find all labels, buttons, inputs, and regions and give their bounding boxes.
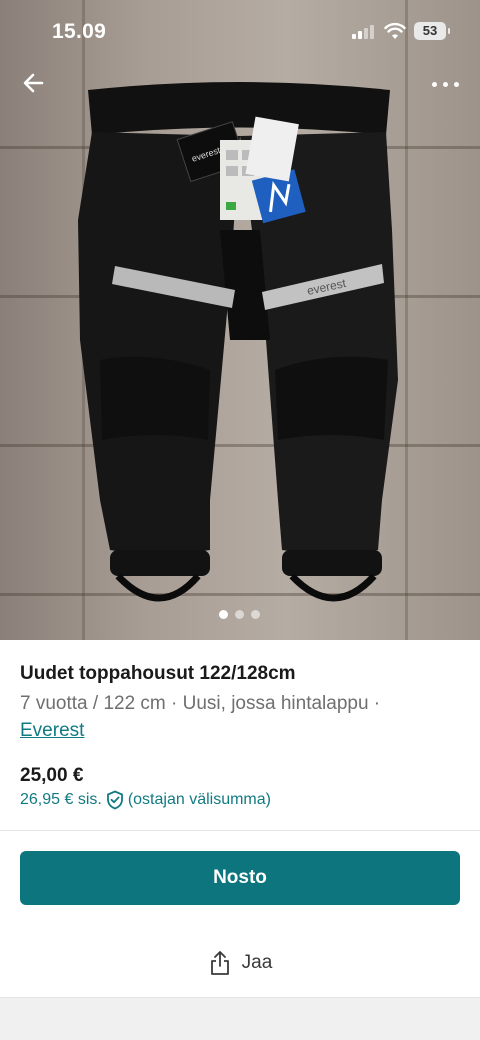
brand-link[interactable]: Everest xyxy=(20,717,84,744)
more-options-icon[interactable] xyxy=(428,74,464,94)
price-incl-amount: 26,95 € sis. xyxy=(20,791,102,808)
price-incl-note: (ostajan välisumma) xyxy=(127,791,271,808)
bottom-section xyxy=(0,997,480,1040)
snow-pants-image: everest everest xyxy=(78,82,398,602)
back-arrow-icon[interactable] xyxy=(18,66,52,100)
section-divider xyxy=(0,830,480,831)
listing-price: 25,00 € xyxy=(20,765,84,786)
share-label: Jaa xyxy=(241,952,273,973)
carousel-dot xyxy=(235,610,244,619)
battery-icon: 53 xyxy=(414,22,450,40)
carousel-dot xyxy=(219,610,228,619)
carousel-dot xyxy=(251,610,260,619)
cellular-signal-icon xyxy=(352,25,374,39)
price-with-protection[interactable]: 26,95 € sis. (ostajan välisumma) xyxy=(20,790,271,810)
buyer-protection-shield-icon xyxy=(106,790,123,810)
listing-title: Uudet toppahousut 122/128cm xyxy=(20,663,296,684)
carousel-indicator xyxy=(219,610,263,620)
share-button[interactable]: Jaa xyxy=(0,945,480,981)
status-time: 15.09 xyxy=(52,20,107,43)
share-icon xyxy=(210,951,229,975)
buy-button[interactable]: Nosto xyxy=(20,851,460,905)
status-bar: 15.09 53 xyxy=(0,0,480,62)
wifi-icon xyxy=(384,22,406,39)
listing-meta: 7 vuotta / 122 cm · Uusi, jossa hintalap… xyxy=(20,690,460,744)
product-photo[interactable]: everest everest 15.09 53 xyxy=(0,0,480,640)
listing-size-condition: 7 vuotta / 122 cm · Uusi, jossa hintalap… xyxy=(20,693,381,714)
